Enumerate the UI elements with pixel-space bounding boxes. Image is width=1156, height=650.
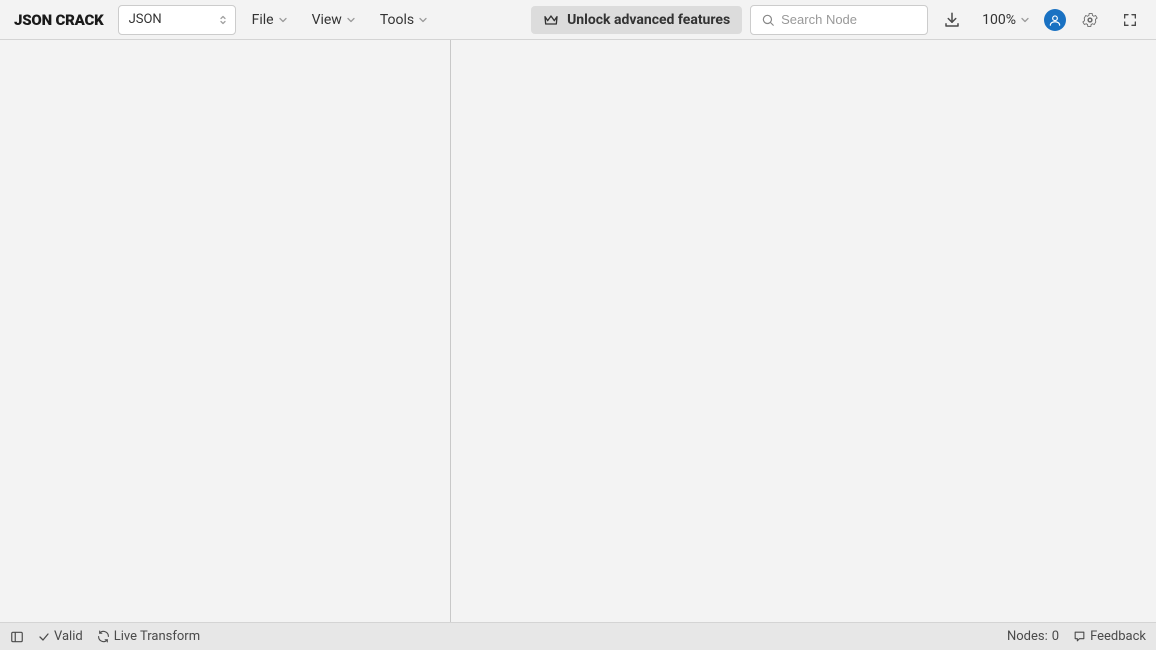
- feedback-icon: [1073, 630, 1086, 643]
- search-node-box[interactable]: [750, 5, 928, 35]
- search-icon: [761, 13, 775, 27]
- editor-panel[interactable]: [0, 40, 450, 622]
- status-live-transform-label: Live Transform: [114, 629, 200, 644]
- status-nodes-label: Nodes:: [1007, 629, 1048, 644]
- menu-file[interactable]: File: [244, 6, 296, 34]
- status-nodes-count: 0: [1052, 629, 1059, 644]
- status-valid-label: Valid: [54, 629, 83, 644]
- search-input[interactable]: [781, 12, 917, 27]
- crown-icon: [543, 12, 559, 28]
- status-nodes: Nodes: 0: [1007, 629, 1059, 644]
- main-area: [0, 40, 1156, 622]
- menu-file-label: File: [252, 12, 274, 28]
- status-live-transform[interactable]: Live Transform: [97, 629, 200, 644]
- toolbar: JSON CRACK JSON File View Tools: [0, 0, 1156, 40]
- chevron-down-icon: [278, 15, 288, 25]
- settings-button[interactable]: [1074, 4, 1106, 36]
- zoom-control[interactable]: 100%: [976, 6, 1036, 34]
- statusbar: Valid Live Transform Nodes: 0 Feedback: [0, 622, 1156, 650]
- menu-view-label: View: [312, 12, 342, 28]
- account-button[interactable]: [1044, 9, 1066, 31]
- download-icon: [943, 11, 961, 29]
- format-select[interactable]: JSON: [118, 5, 236, 35]
- fullscreen-button[interactable]: [1114, 4, 1146, 36]
- chevron-down-icon: [1020, 15, 1030, 25]
- logo[interactable]: JSON CRACK: [10, 11, 110, 29]
- menu-tools-label: Tools: [380, 12, 414, 28]
- zoom-value: 100%: [982, 12, 1016, 28]
- unlock-features-label: Unlock advanced features: [567, 12, 730, 28]
- menu-view[interactable]: View: [304, 6, 364, 34]
- graph-panel[interactable]: [451, 40, 1156, 622]
- format-select-value: JSON: [129, 12, 162, 27]
- toggle-panel-button[interactable]: [10, 630, 24, 644]
- maximize-icon: [1122, 12, 1138, 28]
- feedback-button[interactable]: Feedback: [1073, 629, 1146, 644]
- sync-icon: [97, 630, 110, 643]
- chevron-down-icon: [418, 15, 428, 25]
- status-valid[interactable]: Valid: [38, 629, 83, 644]
- gear-icon: [1081, 11, 1099, 29]
- panel-icon: [10, 630, 24, 644]
- check-icon: [38, 631, 50, 643]
- feedback-label: Feedback: [1090, 629, 1146, 644]
- download-button[interactable]: [936, 4, 968, 36]
- account-icon: [1048, 13, 1062, 27]
- chevron-down-icon: [346, 15, 356, 25]
- menu-tools[interactable]: Tools: [372, 6, 436, 34]
- unlock-features-button[interactable]: Unlock advanced features: [531, 6, 742, 34]
- select-arrows-icon: [219, 15, 227, 25]
